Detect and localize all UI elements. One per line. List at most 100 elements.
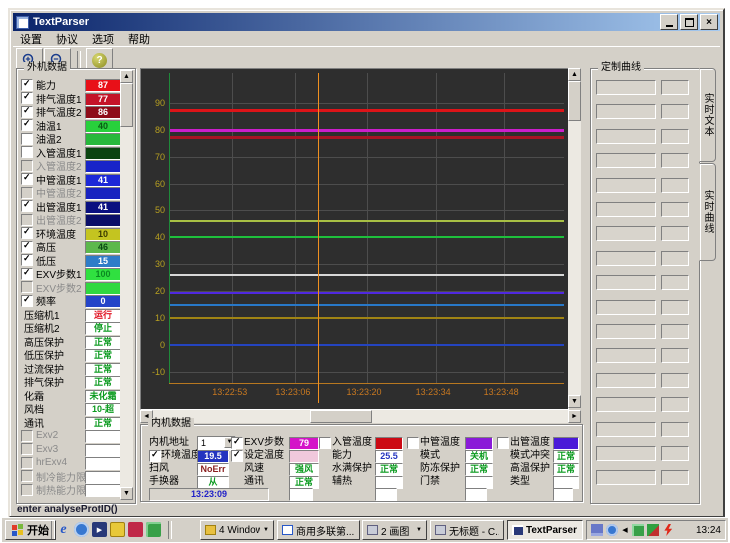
custom-curve-field[interactable] (596, 251, 656, 266)
custom-curve-field[interactable] (596, 178, 656, 193)
custom-curve-value-field[interactable] (661, 153, 689, 168)
checkbox[interactable] (407, 437, 419, 449)
chart-area[interactable]: 9080706050403020100-1013:22:5313:23:0613… (140, 68, 569, 410)
menu-settings[interactable]: 设置 (13, 31, 49, 47)
chevron-down-icon[interactable]: ▼ (416, 527, 422, 533)
restore-button[interactable] (680, 14, 698, 30)
checkbox[interactable]: ✓ (21, 200, 33, 212)
checkbox[interactable]: ✓ (21, 227, 33, 239)
checkbox[interactable] (21, 133, 33, 145)
tab-realtime-curve[interactable]: 实时曲线 (699, 163, 716, 261)
security-icon[interactable] (647, 524, 659, 536)
checkbox[interactable] (319, 437, 331, 449)
task-button-2[interactable]: 商用多联第... (277, 520, 360, 540)
custom-curve-field[interactable] (596, 202, 656, 217)
checkbox[interactable]: ✓ (21, 295, 33, 307)
chart-vscrollbar[interactable]: ▲ ▼ (568, 68, 581, 408)
task-button-4[interactable]: 无标题 - C... (430, 520, 504, 540)
custom-curve-field[interactable] (596, 446, 656, 461)
realplayer-icon[interactable] (128, 522, 143, 537)
menu-help[interactable]: 帮助 (121, 31, 157, 47)
custom-curve-field[interactable] (596, 348, 656, 363)
custom-curve-field[interactable] (596, 422, 656, 437)
indoor-label: 扫风 (149, 463, 169, 474)
scroll-right-button[interactable]: ► (568, 410, 581, 423)
custom-curve-value-field[interactable] (661, 422, 689, 437)
task-button-1[interactable]: 4 Windows...▼ (200, 520, 274, 540)
custom-curve-value-field[interactable] (661, 397, 689, 412)
chart-cursor-line[interactable] (318, 73, 319, 403)
outdoor-scrollbar[interactable]: ▲ ▼ (120, 70, 133, 500)
custom-curve-field[interactable] (596, 300, 656, 315)
custom-curve-value-field[interactable] (661, 324, 689, 339)
checkbox[interactable] (497, 437, 509, 449)
close-button[interactable]: × (700, 14, 718, 30)
custom-curve-field[interactable] (596, 324, 656, 339)
start-label: 开始 (27, 522, 49, 538)
custom-curve-value-field[interactable] (661, 226, 689, 241)
task-button-3[interactable]: 2 画图▼ (362, 520, 427, 540)
custom-curve-field[interactable] (596, 153, 656, 168)
custom-curve-field[interactable] (596, 129, 656, 144)
custom-curve-value-field[interactable] (661, 129, 689, 144)
custom-curve-field[interactable] (596, 275, 656, 290)
custom-curve-value-field[interactable] (661, 470, 689, 485)
green-app-icon[interactable] (146, 522, 161, 537)
checkbox[interactable]: ✓ (21, 241, 33, 253)
menu-protocol[interactable]: 协议 (49, 31, 85, 47)
checkbox[interactable]: ✓ (21, 106, 33, 118)
indoor-label: 能力 (332, 450, 352, 461)
custom-curve-value-field[interactable] (661, 446, 689, 461)
checkbox[interactable]: ✓ (231, 437, 243, 449)
msn-icon[interactable] (74, 522, 89, 537)
checkbox[interactable]: ✓ (21, 92, 33, 104)
menu-options[interactable]: 选项 (85, 31, 121, 47)
custom-curve-value-field[interactable] (661, 178, 689, 193)
checkbox[interactable]: ✓ (21, 254, 33, 266)
custom-curve-field[interactable] (596, 104, 656, 119)
thunder-icon[interactable] (662, 524, 674, 536)
scroll-down-button[interactable]: ▼ (568, 395, 581, 408)
show-hidden-icon[interactable] (621, 524, 629, 536)
tab-realtime-text[interactable]: 实时文本 (699, 68, 716, 162)
network-icon[interactable] (632, 524, 644, 536)
scrollbar-thumb[interactable] (310, 410, 372, 423)
scrollbar-thumb[interactable] (568, 81, 581, 121)
custom-curve-value-field[interactable] (661, 104, 689, 119)
checkbox[interactable]: ✓ (21, 79, 33, 91)
msn-tray-icon[interactable] (606, 524, 618, 536)
scroll-up-button[interactable]: ▲ (120, 70, 133, 83)
task-button-5[interactable]: TextParser (507, 520, 583, 540)
scroll-up-button[interactable]: ▲ (568, 68, 581, 81)
minimize-button[interactable] (660, 14, 678, 30)
checkbox[interactable] (21, 146, 33, 158)
checkbox[interactable]: ✓ (21, 268, 33, 280)
custom-curve-field[interactable] (596, 397, 656, 412)
printer-icon[interactable] (591, 524, 603, 536)
checkbox (21, 214, 33, 226)
custom-curve-field[interactable] (596, 373, 656, 388)
checkbox[interactable]: ✓ (21, 119, 33, 131)
custom-curve-value-field[interactable] (661, 80, 689, 95)
scroll-down-button[interactable]: ▼ (120, 487, 133, 500)
chart-hscrollbar[interactable]: ◄ ► (140, 410, 581, 423)
titlebar[interactable]: TextParser × (13, 13, 720, 31)
mail-icon[interactable] (110, 522, 125, 537)
custom-curve-field[interactable] (596, 226, 656, 241)
custom-curve-field[interactable] (596, 470, 656, 485)
custom-curve-value-field[interactable] (661, 202, 689, 217)
ie-icon[interactable] (56, 522, 71, 537)
custom-curve-value-field[interactable] (661, 373, 689, 388)
custom-curve-value-field[interactable] (661, 300, 689, 315)
custom-curve-field[interactable] (596, 80, 656, 95)
checkbox[interactable]: ✓ (231, 450, 243, 462)
custom-curve-value-field[interactable] (661, 348, 689, 363)
checkbox[interactable]: ✓ (21, 173, 33, 185)
start-button[interactable]: 开始 (5, 520, 56, 540)
media-player-icon[interactable] (92, 522, 107, 537)
custom-curve-value-field[interactable] (661, 251, 689, 266)
custom-curve-value-field[interactable] (661, 275, 689, 290)
checkbox[interactable]: ✓ (149, 450, 161, 462)
chevron-down-icon[interactable]: ▼ (263, 527, 269, 533)
scrollbar-thumb[interactable] (120, 83, 133, 127)
